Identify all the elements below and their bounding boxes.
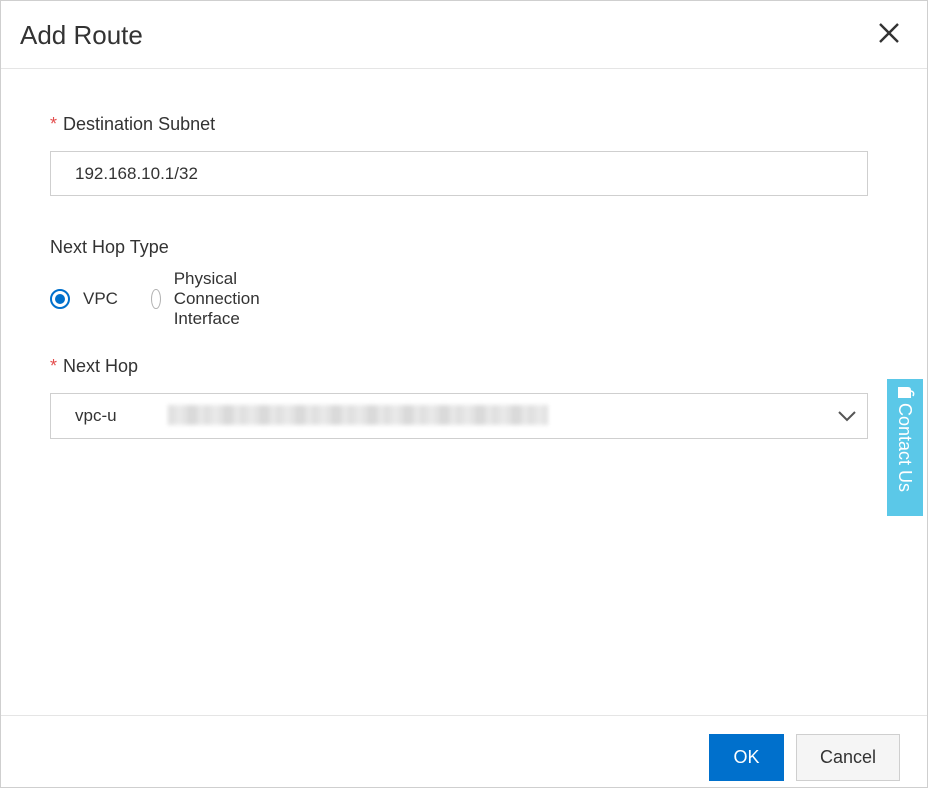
redacted-text <box>168 405 548 425</box>
next-hop-select[interactable]: vpc-u <box>50 393 868 439</box>
close-icon[interactable] <box>873 17 905 49</box>
required-mark: * <box>50 114 58 134</box>
next-hop-value: vpc-u <box>75 406 117 425</box>
required-mark: * <box>50 356 58 376</box>
next-hop-type-label: Next Hop Type <box>50 237 169 257</box>
radio-vpc-label: VPC <box>83 289 118 308</box>
footer-divider <box>1 715 927 716</box>
destination-subnet-value: 192.168.10.1/32 <box>75 164 198 183</box>
cancel-button[interactable]: Cancel <box>796 734 900 781</box>
next-hop-label: * Next Hop <box>50 355 138 377</box>
contact-us-label: Contact Us <box>895 403 915 493</box>
radio-physical-connection-interface[interactable]: Physical Connection Interface <box>151 269 270 328</box>
destination-subnet-label-text: Destination Subnet <box>63 114 216 134</box>
dialog-header: Add Route <box>1 1 927 69</box>
chevron-down-icon[interactable] <box>836 406 858 426</box>
radio-physical-connection-interface-label: Physical Connection Interface <box>173 269 260 328</box>
dialog-title: Add Route <box>20 20 143 50</box>
radio-checked-icon <box>50 289 70 309</box>
chat-icon <box>894 385 916 401</box>
contact-us-tab[interactable]: Contact Us <box>887 379 923 516</box>
add-route-dialog: Add Route * Destination Subnet 192.168.10… <box>0 0 928 788</box>
destination-subnet-input[interactable]: 192.168.10.1/32 <box>50 151 868 196</box>
destination-subnet-label: * Destination Subnet <box>50 113 215 135</box>
radio-vpc[interactable]: VPC <box>50 287 118 311</box>
next-hop-label-text: Next Hop <box>63 356 139 376</box>
radio-unchecked-icon <box>151 289 161 309</box>
ok-button[interactable]: OK <box>709 734 784 781</box>
